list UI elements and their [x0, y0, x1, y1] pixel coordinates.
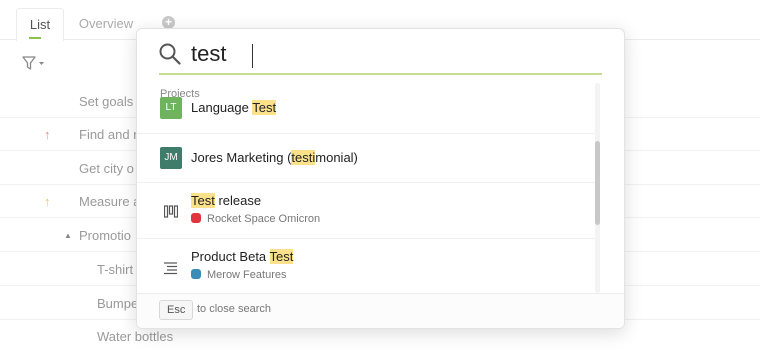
filter-icon: [22, 56, 44, 70]
result-item[interactable]: Product Beta Test Merow Features: [137, 239, 597, 294]
match-highlight: Test: [252, 100, 277, 115]
project-avatar: LT: [160, 97, 182, 119]
task-title: Find and r: [79, 127, 138, 142]
task-title: Get city o: [79, 161, 134, 176]
match-highlight: Test: [191, 193, 215, 208]
list-icon: [164, 262, 177, 275]
board-icon: [164, 205, 178, 218]
search-modal: Projects LT Language Test JM Jores Marke…: [136, 28, 625, 329]
result-project: Merow Features: [191, 269, 286, 281]
priority-up-icon: ↑: [44, 194, 51, 209]
search-bar: [159, 37, 602, 75]
text-cursor: [252, 44, 253, 68]
result-project: Rocket Space Omicron: [191, 213, 320, 225]
search-icon: [159, 43, 181, 65]
task-title: Measure a: [79, 194, 141, 209]
search-input[interactable]: [191, 39, 591, 69]
match-highlight: Test: [269, 249, 294, 264]
task-title: Bumpe: [97, 296, 139, 311]
result-item[interactable]: Test release Rocket Space Omicron: [137, 183, 597, 239]
result-title: Language Test: [191, 100, 277, 115]
task-title: T-shirt: [97, 262, 134, 277]
result-title: Jores Marketing (testimonial): [191, 150, 358, 165]
tab-overview[interactable]: Overview: [74, 8, 138, 40]
active-tab-indicator: [29, 37, 41, 39]
match-highlight: testi: [291, 150, 316, 165]
project-avatar: JM: [160, 147, 182, 169]
result-title: Test release: [191, 193, 262, 208]
close-hint-text: to close search: [197, 303, 271, 315]
search-footer: Esc to close search: [137, 293, 624, 328]
result-item[interactable]: JM Jores Marketing (testimonial): [137, 134, 597, 183]
result-title: Product Beta Test: [191, 249, 294, 264]
filter-button[interactable]: [22, 56, 48, 72]
priority-up-icon: ↑: [44, 127, 51, 142]
project-color-dot: [191, 269, 201, 279]
task-title: Set goals: [79, 94, 134, 109]
task-title: Promotio: [79, 228, 132, 243]
result-item[interactable]: LT Language Test: [137, 97, 597, 134]
scrollbar-thumb[interactable]: [595, 141, 600, 225]
search-results: Projects LT Language Test JM Jores Marke…: [137, 85, 597, 294]
project-color-dot: [191, 213, 201, 223]
collapse-caret-icon[interactable]: ▲: [64, 219, 72, 252]
esc-key-hint: Esc: [159, 300, 194, 320]
